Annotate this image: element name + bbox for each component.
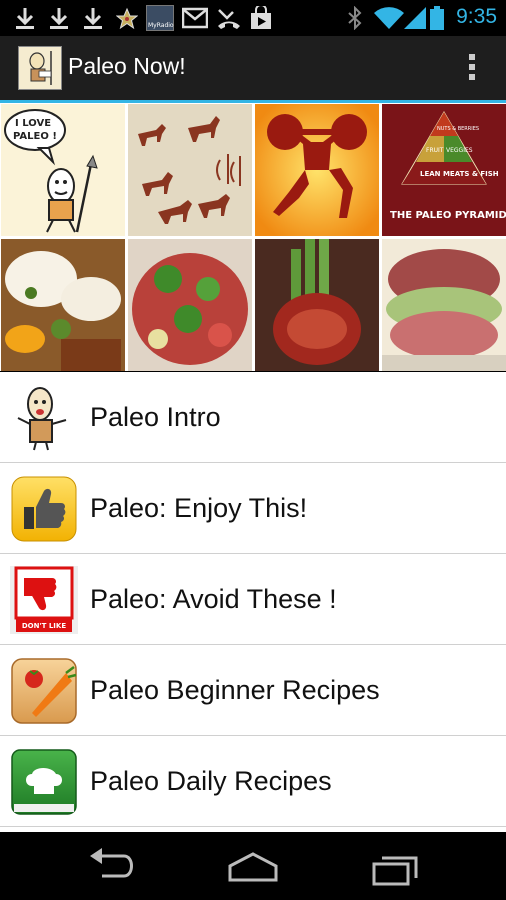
battery-icon bbox=[430, 6, 444, 30]
banner-tile-eggs-dish[interactable] bbox=[1, 239, 125, 371]
download-icon bbox=[84, 8, 102, 29]
recent-apps-icon[interactable] bbox=[370, 844, 422, 888]
status-bar: MyRadio 9:35 bbox=[0, 0, 506, 36]
cave-painting-illustration bbox=[128, 104, 252, 236]
menu-item-avoid-these[interactable]: DON'T LIKE Paleo: Avoid These ! bbox=[0, 554, 506, 645]
menu-item-label: Paleo Daily Recipes bbox=[90, 766, 332, 796]
download-icon bbox=[16, 8, 34, 29]
svg-text:PALEO !: PALEO ! bbox=[13, 131, 57, 142]
salad-dish-photo bbox=[128, 239, 252, 371]
pyramid-meats-label: LEAN MEATS & FISH bbox=[420, 170, 499, 178]
i-love-paleo-illustration: I LOVE PALEO ! bbox=[4, 109, 98, 233]
myradio-icon: MyRadio bbox=[146, 5, 174, 31]
carrot-tomato-icon bbox=[11, 658, 77, 724]
home-icon[interactable] bbox=[226, 844, 280, 888]
caveman-logo-icon bbox=[29, 51, 52, 85]
banner-tile-salad-dish[interactable] bbox=[128, 239, 252, 371]
star-icon bbox=[116, 7, 138, 30]
back-icon[interactable] bbox=[86, 844, 138, 888]
clock: 9:35 bbox=[456, 5, 497, 28]
eggs-dish-photo bbox=[1, 239, 125, 371]
banner-tile-paleo-pyramid[interactable]: NUTS & BERRIES FRUIT VEGGIES LEAN MEATS … bbox=[382, 104, 506, 236]
paleo-pyramid-illustration: NUTS & BERRIES FRUIT VEGGIES LEAN MEATS … bbox=[382, 104, 506, 236]
play-store-icon bbox=[251, 6, 271, 29]
banner-tile-corned-beef[interactable] bbox=[382, 239, 506, 371]
overflow-menu-icon[interactable] bbox=[468, 54, 476, 84]
menu-item-label: Paleo: Enjoy This! bbox=[90, 493, 308, 523]
menu-item-enjoy-this[interactable]: Paleo: Enjoy This! bbox=[0, 463, 506, 554]
menu-item-paleo-intro[interactable]: Paleo Intro bbox=[0, 372, 506, 463]
weightlifter-illustration bbox=[255, 104, 379, 236]
dont-like-caption: DON'T LIKE bbox=[22, 622, 66, 630]
gmail-icon bbox=[182, 7, 208, 29]
myradio-label: MyRadio bbox=[148, 22, 174, 29]
pyramid-nuts-berries-label: NUTS & BERRIES bbox=[437, 126, 479, 132]
menu-item-beginner-recipes[interactable]: Paleo Beginner Recipes bbox=[0, 645, 506, 736]
download-icon bbox=[50, 8, 68, 29]
menu-item-label: Paleo Beginner Recipes bbox=[90, 675, 380, 705]
thumbs-up-icon bbox=[11, 476, 77, 542]
signal-icon bbox=[404, 7, 426, 29]
pyramid-title: THE PALEO PYRAMID bbox=[390, 210, 506, 221]
app-title: Paleo Now! bbox=[68, 53, 186, 79]
banner-tile-i-love-paleo[interactable]: I LOVE PALEO ! bbox=[1, 104, 125, 236]
svg-text:I LOVE: I LOVE bbox=[15, 118, 51, 129]
action-bar: Paleo Now! bbox=[0, 36, 506, 100]
chef-book-icon bbox=[11, 749, 77, 815]
asparagus-bacon-photo bbox=[255, 239, 379, 371]
menu-item-label: Paleo Intro bbox=[90, 402, 221, 432]
banner-tile-asparagus-bacon[interactable] bbox=[255, 239, 379, 371]
banner-tile-weightlifter[interactable] bbox=[255, 104, 379, 236]
navigation-bar bbox=[0, 832, 506, 900]
pyramid-fruit-label: FRUIT bbox=[426, 147, 444, 154]
wifi-icon bbox=[374, 7, 404, 29]
caveman-icon bbox=[17, 387, 67, 451]
missed-call-icon bbox=[218, 9, 240, 29]
thumbs-down-icon: DON'T LIKE bbox=[10, 566, 78, 634]
bluetooth-icon bbox=[348, 6, 362, 30]
menu-item-daily-recipes[interactable]: Paleo Daily Recipes bbox=[0, 736, 506, 827]
pyramid-veggies-label: VEGGIES bbox=[446, 147, 473, 154]
menu-item-label: Paleo: Avoid These ! bbox=[90, 584, 337, 614]
menu-list: Paleo Intro Paleo: Enjoy This! DON'T LIK… bbox=[0, 372, 506, 832]
banner-grid: I LOVE PALEO ! NUTS & BERRIES FRUIT VEGG… bbox=[0, 103, 506, 371]
app-logo-icon[interactable] bbox=[18, 46, 62, 90]
corned-beef-photo bbox=[382, 239, 506, 371]
banner-tile-cave-painting[interactable] bbox=[128, 104, 252, 236]
